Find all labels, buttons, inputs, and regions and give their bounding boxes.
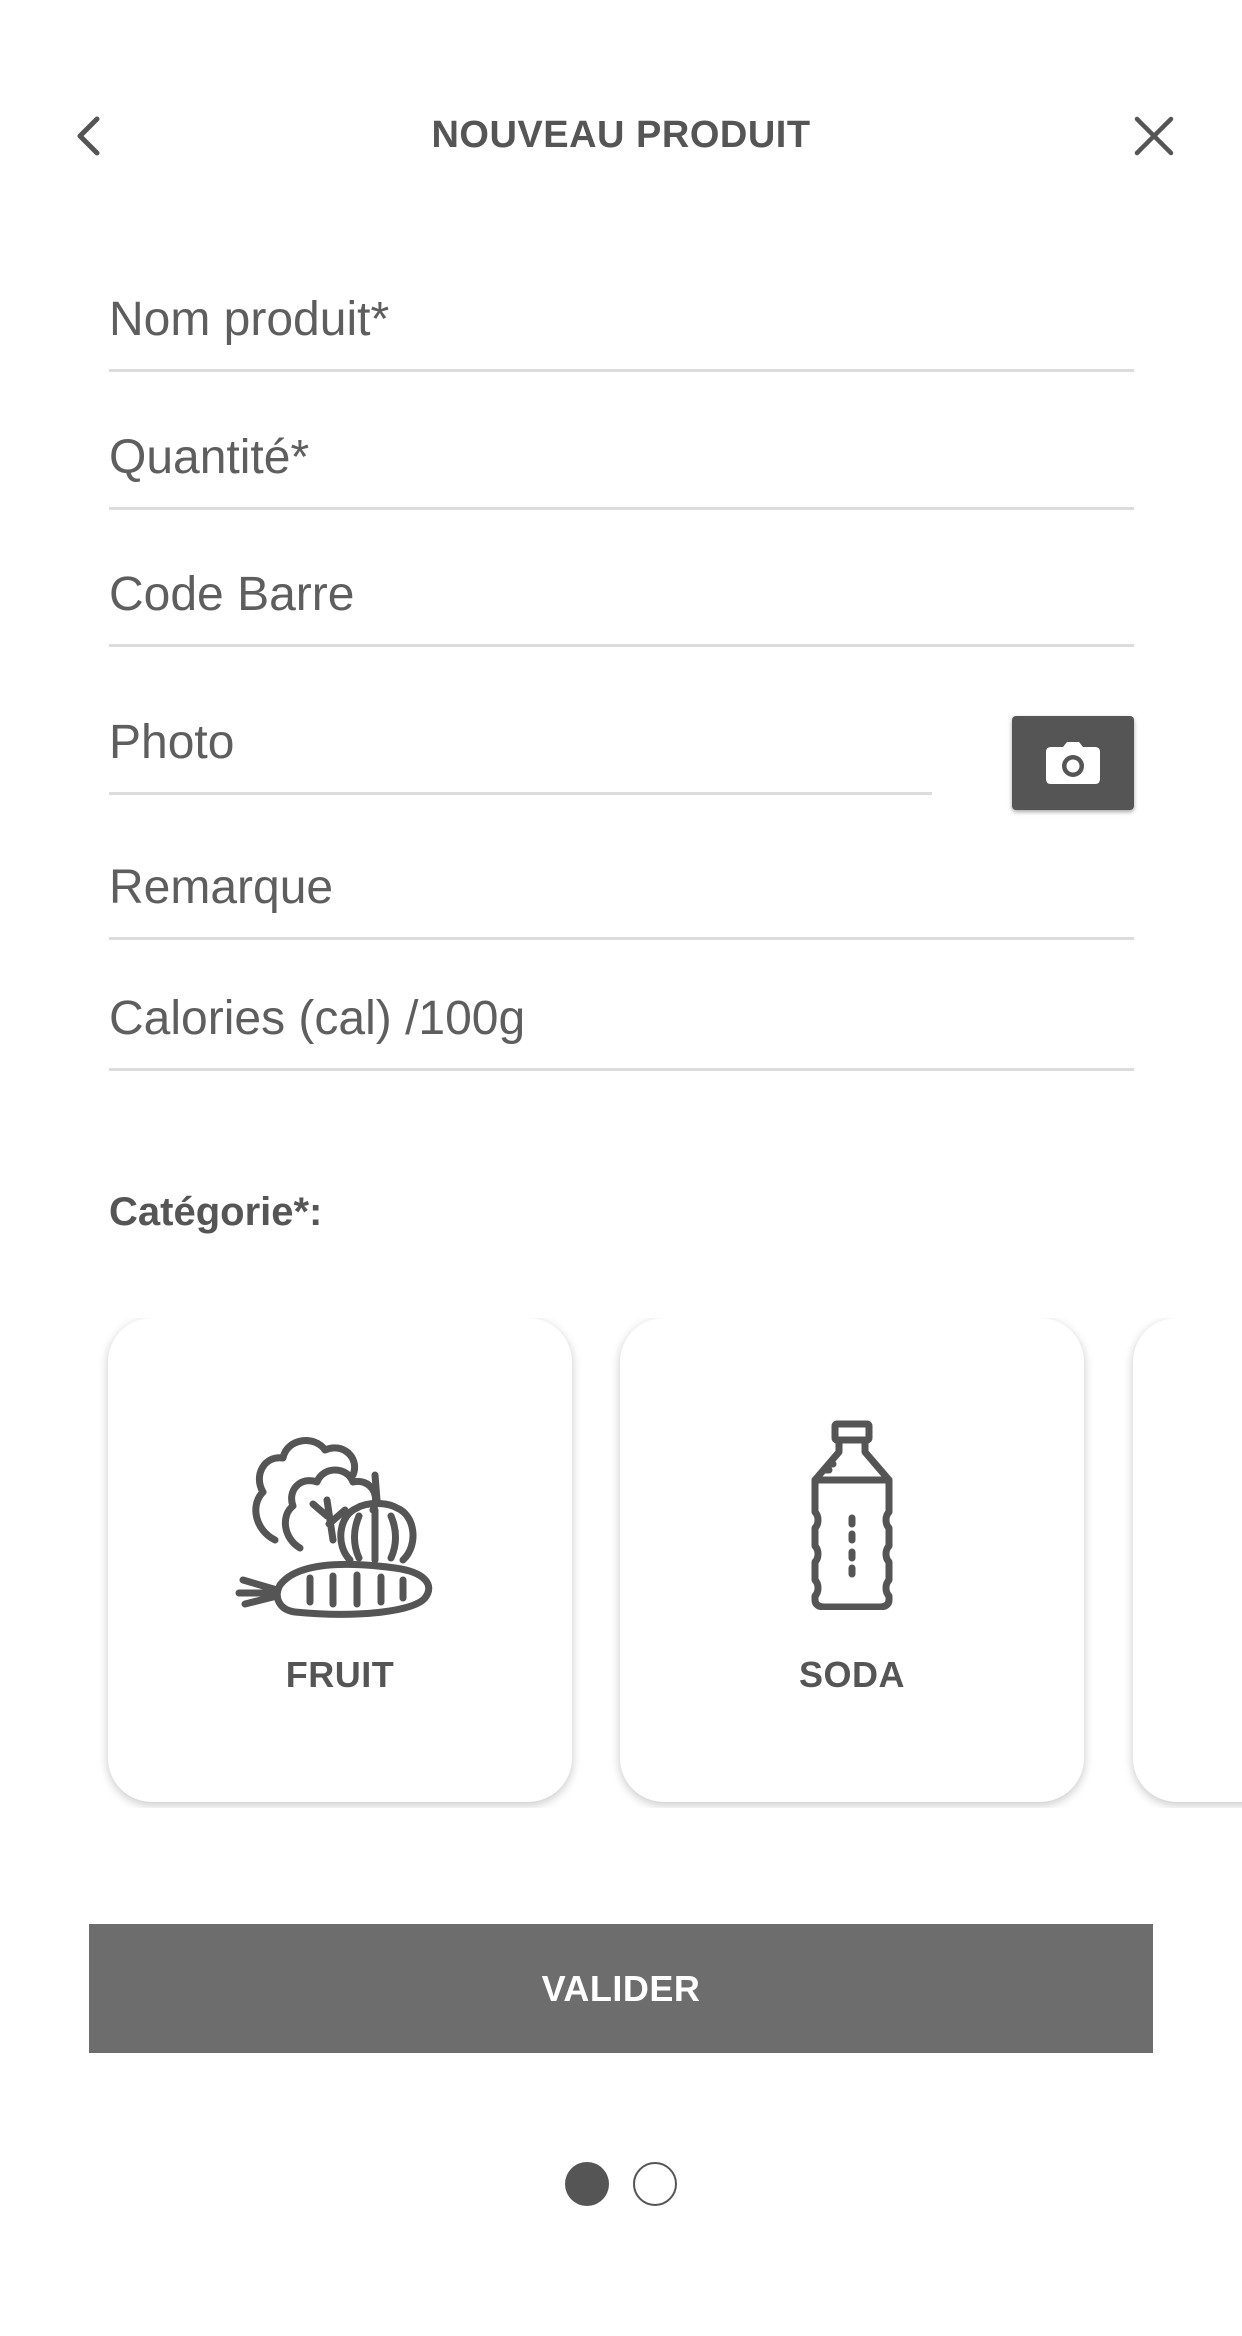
vegetables-icon — [108, 1420, 572, 1640]
category-card-fruit[interactable]: FRUIT — [108, 1318, 572, 1802]
camera-button[interactable] — [1012, 716, 1134, 810]
category-carousel[interactable]: FRUIT SODA — [0, 1318, 1242, 1808]
product-name-field[interactable] — [109, 292, 1134, 369]
barcode-field-wrapper — [109, 567, 1134, 647]
photo-field[interactable] — [109, 715, 932, 792]
photo-field-wrapper — [109, 715, 932, 795]
new-product-screen: NOUVEAU PRODUIT Catégorie*: — [0, 0, 1242, 2336]
pager-dot-inactive[interactable] — [633, 2162, 677, 2206]
barcode-field[interactable] — [109, 567, 1134, 644]
category-card-label: SODA — [798, 1654, 905, 1695]
bottle-icon — [620, 1420, 1084, 1610]
calories-field[interactable] — [109, 991, 1134, 1068]
pager-dot-active[interactable] — [565, 2162, 609, 2206]
quantity-field-wrapper — [109, 430, 1134, 510]
camera-icon — [1046, 742, 1100, 784]
close-button[interactable] — [1128, 110, 1180, 162]
remark-field[interactable] — [109, 860, 1134, 937]
page-title: NOUVEAU PRODUIT — [431, 114, 811, 156]
product-name-field-wrapper — [109, 292, 1134, 372]
quantity-field[interactable] — [109, 430, 1134, 507]
category-card-next[interactable] — [1133, 1318, 1242, 1802]
header: NOUVEAU PRODUIT — [0, 96, 1242, 176]
category-label: Catégorie*: — [109, 1190, 323, 1234]
remark-field-wrapper — [109, 860, 1134, 940]
close-icon — [1134, 116, 1174, 156]
calories-field-wrapper — [109, 991, 1134, 1071]
validate-button[interactable]: VALIDER — [89, 1924, 1153, 2053]
category-card-label: FRUIT — [285, 1654, 395, 1695]
category-card-soda[interactable]: SODA — [620, 1318, 1084, 1802]
